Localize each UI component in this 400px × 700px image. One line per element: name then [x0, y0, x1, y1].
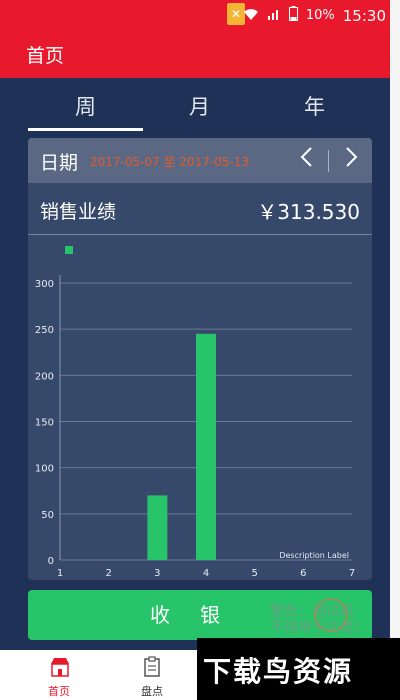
sales-label: 销售业绩	[40, 201, 117, 223]
right-edge	[390, 0, 400, 700]
date-label: 日期	[40, 152, 79, 174]
battery-icon	[288, 6, 298, 25]
sales-value: ￥313.530	[257, 200, 360, 224]
tab-week[interactable]: 周	[28, 78, 143, 133]
nav-label-home: 首页	[48, 685, 70, 698]
x-tick-label-1: 2	[105, 568, 111, 579]
date-range: 2017-05-07 至 2017-05-13	[90, 155, 250, 169]
x-tick-label-3: 4	[203, 568, 209, 579]
sales-row: 销售业绩 ￥313.530	[28, 183, 372, 235]
y-tick-label-1: 50	[41, 510, 54, 521]
app-header: 首页	[0, 30, 390, 78]
page-title: 首页	[26, 45, 65, 67]
x-tick-label-5: 6	[300, 568, 306, 579]
date-header: 日期 2017-05-07 至 2017-05-13	[28, 138, 372, 183]
x-tick-label-0: 1	[57, 568, 63, 579]
nav-divider	[328, 150, 329, 172]
divider	[28, 234, 372, 235]
chart-legend-swatch	[65, 246, 73, 254]
clock: 15:30	[342, 6, 386, 25]
chart-y-ticks: 0 50 100 150 200 250 300	[35, 279, 54, 567]
bar-4	[196, 333, 216, 560]
x-tick-label-4: 5	[251, 568, 257, 579]
chart-x-ticks: 1 2 3 4 5 6 7	[57, 568, 355, 579]
y-tick-label-2: 100	[35, 464, 54, 475]
tab-month[interactable]: 月	[142, 78, 257, 133]
stamp-icon	[314, 598, 348, 632]
y-tick-label-5: 250	[35, 325, 54, 336]
x-tick-label-2: 3	[154, 568, 160, 579]
nav-item-home[interactable]: 首页	[14, 650, 104, 700]
chevron-left-icon[interactable]	[294, 146, 318, 174]
chart-description-label: Description Label	[279, 551, 349, 560]
nav-label-inventory: 盘点	[141, 685, 163, 698]
promo-text: 下载鸟资源	[203, 655, 354, 688]
y-tick-label-6: 300	[35, 279, 54, 290]
status-bar: ✕ 10% 15:30	[0, 0, 400, 30]
y-tick-label-4: 200	[35, 371, 54, 382]
period-tabs: 周 月 年	[12, 78, 390, 133]
wifi-icon	[243, 7, 259, 25]
promo-banner: 下载鸟资源	[197, 638, 400, 700]
sales-bar-chart: 0 50 100 150 200 250 300 1 2 3 4 5 6 7 Description L…	[35, 246, 355, 579]
clipboard-icon	[144, 656, 160, 677]
battery-percent: 10%	[305, 8, 335, 23]
tab-year[interactable]: 年	[257, 78, 372, 133]
chevron-right-icon[interactable]	[340, 146, 364, 174]
y-tick-label-3: 150	[35, 418, 54, 429]
nav-item-inventory[interactable]: 盘点	[107, 650, 197, 700]
signal-icon	[267, 7, 281, 25]
home-store-icon	[51, 658, 69, 677]
y-tick-label-0: 0	[48, 556, 54, 567]
x-tick-label-6: 7	[349, 568, 355, 579]
bar-3	[147, 495, 168, 560]
chart-bars	[147, 333, 216, 560]
